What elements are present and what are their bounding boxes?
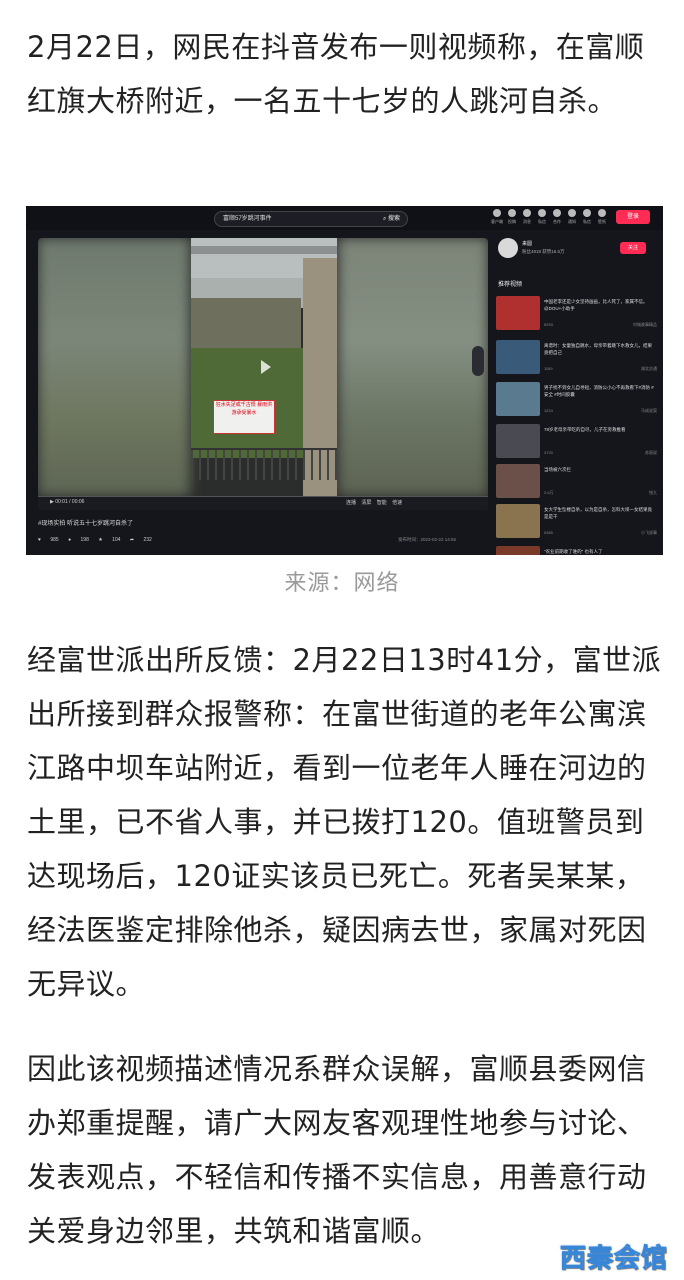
avatar[interactable]: [498, 238, 518, 258]
nav-icon-coop[interactable]: 合作: [550, 208, 564, 228]
author-stats: 粉丝4818 获赞16.5万: [522, 249, 565, 254]
nav-icon-notify[interactable]: 通知: [565, 208, 579, 228]
douyin-screenshot: 富顺57岁跳河事件 ⌕ 搜索 客户端 投稿 消息 私信 合作 通知 私信 壁纸 …: [26, 206, 663, 555]
watermark-logo: 西秦会馆: [559, 1244, 669, 1275]
video-thumbnail: [496, 546, 540, 555]
video-thumbnail: [496, 340, 540, 374]
recommended-item[interactable]: "农业前期收了谁的" 也有人了: [496, 546, 661, 555]
recommended-item[interactable]: 男子找不到女儿自寻短，消防公小心不再救看下#消防 #安全 #时间胶囊 1224 …: [496, 382, 661, 422]
recommended-item[interactable]: 78岁老母亲带吃的自尽，儿子在旁救推看 3720 苏丽说: [496, 424, 661, 464]
blurred-background-left: [38, 238, 190, 496]
video-title: #现场实拍 听说五十七岁跳河自杀了: [38, 521, 134, 527]
recommended-item[interactable]: 女大学生坠楼自杀，以为是自杀，怎料大坝一女结果竟是是干 5365 小飞说事: [496, 504, 661, 544]
nav-icon-chat[interactable]: 私信: [580, 208, 594, 228]
bridge: [191, 246, 337, 254]
time-display: ▶ 00:01 / 00:06: [50, 499, 85, 505]
player-controls[interactable]: ▶ 00:01 / 00:06 连播 清屏 智能 倍速: [38, 496, 488, 510]
like-icon[interactable]: ♥: [38, 537, 41, 543]
author-card: 来圆 粉丝4818 获赞16.5万 关注: [498, 238, 658, 268]
recommended-item[interactable]: 离谱时：女童独自跳水，母亲带着跳下水救女儿，结果竟把自己 1189 湖北交通: [496, 340, 661, 380]
blurred-background-right: [338, 238, 488, 496]
railing: [191, 448, 337, 480]
video-player[interactable]: 狂水失足或千古恨 暴雨洪游承受暴水 ▶ 00:01 / 00:06 连播 清屏 …: [38, 238, 488, 510]
control-options[interactable]: 连播 清屏 智能 倍速: [346, 499, 402, 506]
recommended-item[interactable]: 当场被六次拦 2.6万 钱九: [496, 464, 661, 504]
video-thumbnail: [496, 296, 540, 330]
author-name[interactable]: 来圆: [522, 240, 532, 247]
recommended-item[interactable]: 中国老李还是少女坚持画画，比人死了，家属不信。@DOU+小助手 5293 村城故…: [496, 296, 661, 336]
scroll-arrow-icon[interactable]: [472, 346, 484, 376]
nav-icon-message[interactable]: 消息: [520, 208, 534, 228]
paragraph-reminder: 因此该视频描述情况系群众误解，富顺县委网信办郑重提醒，请广大网友客观理性地参与讨…: [27, 1052, 647, 1248]
play-icon[interactable]: [261, 360, 271, 374]
follow-button[interactable]: 关注: [620, 242, 646, 254]
warning-sign: 狂水失足或千古恨 暴雨洪游承受暴水: [213, 400, 275, 434]
video-frame: 狂水失足或千古恨 暴雨洪游承受暴水: [191, 238, 337, 496]
publish-time: 发布时间：2023-02-22 14:56: [398, 537, 457, 542]
video-thumbnail: [496, 504, 540, 538]
comment-icon[interactable]: ●: [68, 537, 71, 543]
favorite-icon[interactable]: ★: [98, 537, 102, 543]
nav-icon-client[interactable]: 客户端: [490, 208, 504, 228]
video-thumbnail: [496, 424, 540, 458]
search-query: 富顺57岁跳河事件: [223, 216, 272, 222]
video-thumbnail: [496, 464, 540, 498]
video-thumbnail: [496, 382, 540, 416]
search-input[interactable]: 富顺57岁跳河事件 ⌕ 搜索: [214, 211, 408, 227]
recommend-heading: 推荐视频: [498, 282, 523, 288]
login-button[interactable]: 登录: [616, 210, 650, 224]
image-caption: 来源：网络: [284, 571, 400, 596]
paragraph-police-report: 经富世派出所反馈：2月22日13时41分，富世派出所接到群众报警称：在富世街道的…: [27, 643, 662, 1001]
share-icon[interactable]: ➦: [130, 537, 134, 543]
video-stats: ♥ 985 ● 198 ★ 104 ➦ 232: [38, 537, 152, 543]
paragraph-intro: 2月22日，网民在抖音发布一则视频称，在富顺红旗大桥附近，一名五十七岁的人跳河自…: [27, 30, 645, 118]
search-button[interactable]: ⌕ 搜索: [383, 213, 400, 223]
nav-icon-wallpaper[interactable]: 壁纸: [595, 208, 609, 228]
progress-bar[interactable]: [38, 496, 488, 497]
nav-icons: 客户端 投稿 消息 私信 合作 通知 私信 壁纸: [490, 208, 610, 230]
nav-icon-upload[interactable]: 投稿: [505, 208, 519, 228]
nav-icon-dm[interactable]: 私信: [535, 208, 549, 228]
